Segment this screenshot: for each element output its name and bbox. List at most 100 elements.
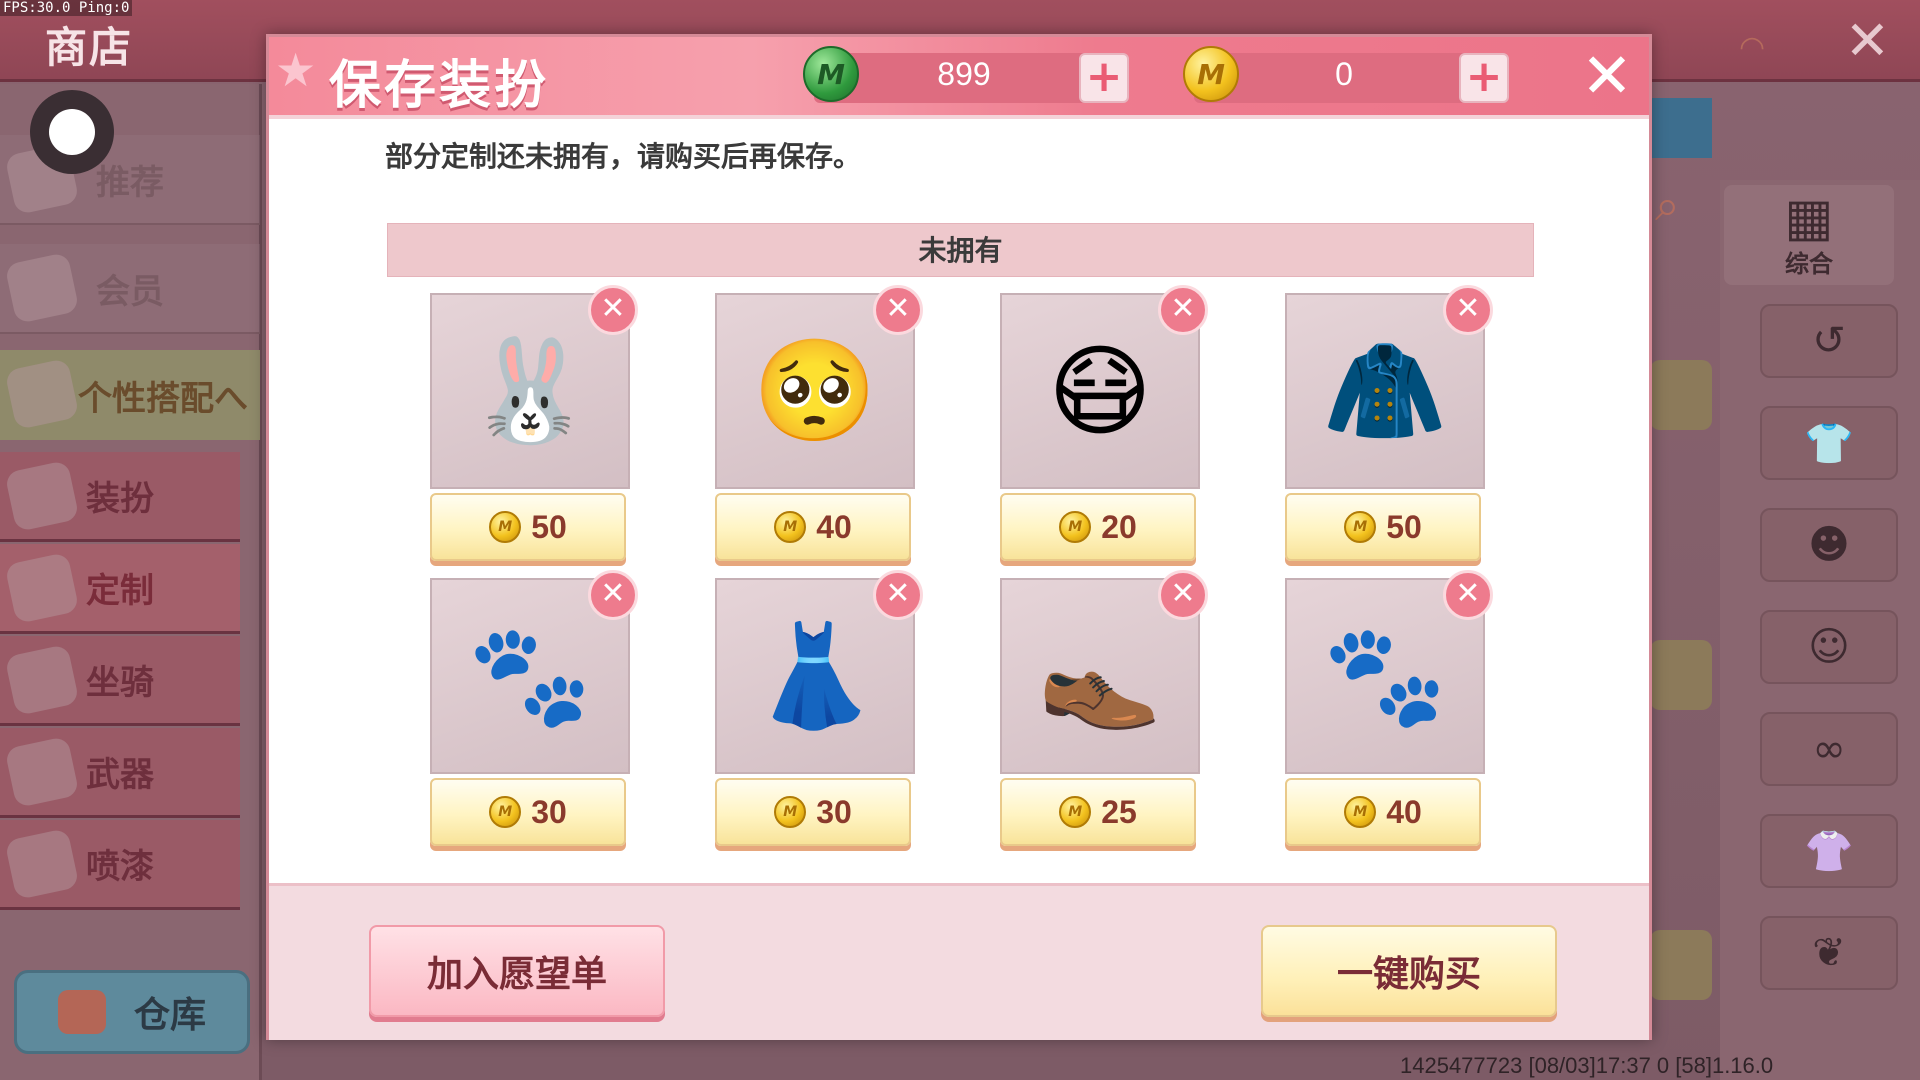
price-button[interactable]: M 40 [715, 493, 911, 561]
grid-icon: ▦ [1784, 188, 1834, 248]
tshirt-star-icon: 👕 [1804, 420, 1854, 467]
virtual-joystick[interactable] [30, 90, 114, 174]
item-card: 🐾 ✕ M 30 [430, 570, 638, 858]
category-all-label: 综合 [1785, 250, 1833, 278]
warehouse-label: 仓库 [133, 995, 206, 1036]
menu-item-personal[interactable]: 个性搭配へ [0, 350, 260, 440]
shirt-button[interactable]: 👚 [1760, 814, 1898, 888]
tshirt-m-icon: 👚 [1804, 828, 1854, 875]
menu-item-mount[interactable]: 坐骑 [0, 636, 240, 726]
item-card: 🥺 ✕ M 40 [715, 285, 923, 573]
coin-icon: M [1059, 796, 1092, 828]
menu-item-member[interactable]: 会员 [0, 244, 260, 334]
remove-item-button[interactable]: ✕ [588, 285, 638, 335]
fps-readout: FPS:30.0 Ping:0 [0, 0, 133, 16]
star-icon: ★ [275, 43, 317, 97]
warehouse-button[interactable]: 仓库 [14, 970, 250, 1054]
item-card: 🧥 ✕ M 50 [1285, 285, 1493, 573]
coin-balance: 0 [1335, 56, 1353, 92]
item-price: 40 [816, 508, 852, 545]
item-price: 50 [1386, 508, 1422, 545]
background-tile [1650, 930, 1712, 1000]
menu-item-label: 喷漆 [86, 847, 154, 887]
price-button[interactable]: M 50 [1285, 493, 1481, 561]
coin-icon: M [1344, 511, 1377, 543]
background-tile [1650, 640, 1712, 710]
buy-all-button[interactable]: 一键购买 [1261, 925, 1557, 1017]
menu-item-dress[interactable]: 装扮 [0, 452, 240, 542]
history-icon: ↺ [1812, 318, 1846, 364]
price-button[interactable]: M 30 [430, 778, 626, 846]
add-gems-button[interactable]: + [1079, 53, 1129, 103]
item-price: 25 [1101, 793, 1137, 830]
chest-icon [57, 990, 106, 1034]
outfit-button[interactable]: 👕 [1760, 406, 1898, 480]
coin-icon: M [489, 511, 522, 543]
price-button[interactable]: M 25 [1000, 778, 1196, 846]
remove-item-button[interactable]: ✕ [588, 570, 638, 620]
menu-item-label: 装扮 [86, 479, 154, 519]
weapon-icon [4, 736, 80, 808]
category-all[interactable]: ▦ 综合 [1724, 185, 1894, 285]
add-coins-button[interactable]: + [1459, 53, 1509, 103]
price-button[interactable]: M 50 [430, 493, 626, 561]
item-card: 👞 ✕ M 25 [1000, 570, 1208, 858]
menu-item-label: 定制 [86, 571, 154, 611]
price-button[interactable]: M 30 [715, 778, 911, 846]
item-price: 30 [816, 793, 852, 830]
item-price: 40 [1386, 793, 1422, 830]
remove-item-button[interactable]: ✕ [873, 285, 923, 335]
version-info: 1425477723 [08/03]17:37 0 [58]1.16.0 [1400, 1053, 1774, 1078]
coin-icon: M [774, 796, 807, 828]
close-icon[interactable]: ✕ [1581, 43, 1633, 109]
pet-button[interactable]: ❦ [1760, 916, 1898, 990]
search-icon[interactable]: ⌕ [1655, 180, 1715, 240]
menu-item-label: 武器 [86, 755, 154, 795]
menu-item-label: 坐骑 [86, 663, 154, 703]
coin-icon: M [489, 796, 522, 828]
dialog-header: ★ 保存装扮 M 899 + M 0 + ✕ [269, 37, 1649, 119]
remove-item-button[interactable]: ✕ [1158, 570, 1208, 620]
menu-item-label: 个性搭配へ [78, 378, 248, 419]
item-card: 🐰 ✕ M 50 [430, 285, 638, 573]
face-button[interactable]: ☺ [1760, 610, 1898, 684]
menu-item-label: 会员 [96, 271, 164, 312]
gem-balance: 899 [937, 56, 991, 92]
bird-icon: ❦ [1812, 930, 1846, 976]
price-button[interactable]: M 20 [1000, 493, 1196, 561]
signal-icon: ◠ [1739, 30, 1766, 65]
item-card: 👗 ✕ M 30 [715, 570, 923, 858]
eye-mask-icon: ∞ [1812, 726, 1846, 772]
custom-icon [4, 552, 80, 624]
coin-icon: M [1059, 511, 1092, 543]
mask-button[interactable]: ∞ [1760, 712, 1898, 786]
section-title: 未拥有 [387, 223, 1534, 277]
hair-button[interactable]: ☻ [1760, 508, 1898, 582]
remove-item-button[interactable]: ✕ [1443, 285, 1493, 335]
shop-close-icon[interactable]: ✕ [1845, 14, 1890, 68]
item-price: 30 [531, 793, 567, 830]
member-icon [4, 252, 80, 324]
personal-icon [4, 358, 80, 430]
dialog-title: 保存装扮 [329, 56, 550, 116]
hair-icon: ☻ [1808, 522, 1850, 568]
notice-text: 部分定制还未拥有，请购买后再保存。 [385, 140, 862, 173]
item-price: 20 [1101, 508, 1137, 545]
shop-title: 商店 [45, 23, 134, 72]
remove-item-button[interactable]: ✕ [1158, 285, 1208, 335]
menu-item-custom[interactable]: 定制 [0, 544, 240, 634]
coin-icon: M [1183, 46, 1239, 102]
item-card: 😷 ✕ M 20 [1000, 285, 1208, 573]
background-tile [1650, 360, 1712, 430]
remove-item-button[interactable]: ✕ [1443, 570, 1493, 620]
remove-item-button[interactable]: ✕ [873, 570, 923, 620]
menu-item-weapon[interactable]: 武器 [0, 728, 240, 818]
add-to-wishlist-button[interactable]: 加入愿望单 [369, 925, 665, 1017]
item-price: 50 [531, 508, 567, 545]
menu-item-spray[interactable]: 喷漆 [0, 820, 240, 910]
price-button[interactable]: M 40 [1285, 778, 1481, 846]
coin-icon: M [774, 511, 807, 543]
face-icon: ☺ [1808, 624, 1850, 670]
history-button[interactable]: ↺ [1760, 304, 1898, 378]
menu-item-label: 推荐 [96, 162, 164, 203]
